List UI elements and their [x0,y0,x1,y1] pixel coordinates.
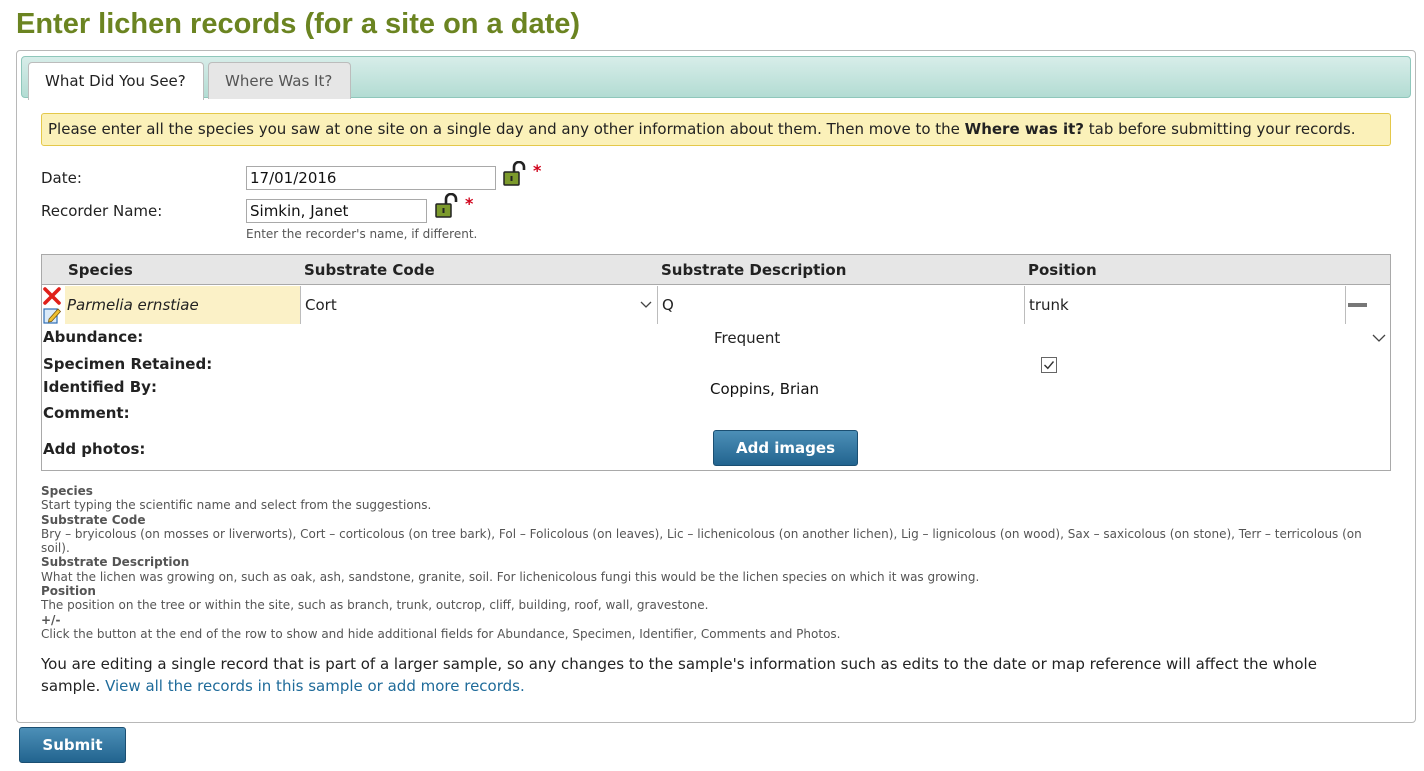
page-title: Enter lichen records (for a site on a da… [16,8,581,40]
substrate-description-input[interactable]: Q [658,286,1025,324]
abundance-value: Frequent [714,329,781,347]
tab-bar: What Did You See? Where Was It? [21,56,1411,100]
date-required-mark: * [533,161,542,180]
info-banner: Please enter all the species you saw at … [41,113,1391,146]
guide-heading: Substrate Description [41,555,190,570]
guide-heading: Position [41,584,96,599]
guide-text: The position on the tree or within the s… [41,598,709,613]
guide-text: What the lichen was growing on, such as … [41,569,980,584]
guide-heading: Substrate Code [41,512,146,527]
substrate-code-value: Cort [305,296,337,314]
identified-by-label: Identified By: [43,378,157,396]
specimen-retained-label: Specimen Retained: [43,355,213,373]
col-head-substrate-code: Substrate Code [304,261,435,279]
species-input[interactable]: Parmelia ernstiae [65,286,301,324]
recorder-help-text: Enter the recorder's name, if different. [246,227,478,241]
abundance-select[interactable]: Frequent [708,325,1390,351]
delete-x-icon[interactable] [42,287,62,305]
recorder-name-input[interactable] [246,199,427,223]
add-photos-label: Add photos: [43,440,146,458]
comment-input[interactable] [708,399,1390,423]
col-head-substrate-description: Substrate Description [661,261,847,279]
recorder-required-mark: * [465,194,474,213]
view-sample-records-link[interactable]: View all the records in this sample or a… [105,677,525,695]
sample-note: You are editing a single record that is … [41,653,1351,697]
date-input[interactable] [246,166,496,190]
tab-what-did-you-see[interactable]: What Did You See? [28,62,204,100]
comment-label: Comment: [43,404,130,422]
substrate-code-select[interactable]: Cort [301,286,658,324]
padlock-unlocked-icon[interactable] [435,192,459,219]
tab-where-was-it[interactable]: Where Was It? [208,62,351,99]
grid-header: Species Substrate Code Substrate Descrip… [42,255,1390,285]
banner-text-end: tab before submitting your records. [1084,120,1356,138]
identified-by-input[interactable] [708,377,1108,401]
edit-pencil-icon[interactable] [43,306,62,324]
chevron-down-icon [640,301,652,308]
recorder-name-label: Recorder Name: [41,202,163,220]
guide-text: Start typing the scientific name and sel… [41,498,432,513]
col-head-position: Position [1028,261,1097,279]
chevron-down-icon [1372,334,1386,342]
specimen-retained-checkbox[interactable] [1041,357,1057,373]
submit-button[interactable]: Submit [19,727,126,763]
abundance-label: Abundance: [43,328,144,346]
banner-bold-text: Where was it? [964,120,1084,138]
banner-text: Please enter all the species you saw at … [48,120,965,138]
position-input[interactable]: trunk [1025,286,1346,324]
guide-text: Bry – bryicolous (on mosses or liverwort… [41,526,1362,556]
minus-icon[interactable] [1346,286,1390,324]
guide-heading: +/- [41,612,61,627]
col-head-species: Species [68,261,133,279]
species-grid: Species Substrate Code Substrate Descrip… [41,254,1391,471]
date-label: Date: [41,169,82,187]
guide-text: Click the button at the end of the row t… [41,626,841,641]
guide-heading: Species [41,484,93,498]
padlock-unlocked-icon[interactable] [503,160,527,187]
add-images-button[interactable]: Add images [713,430,858,466]
field-guidance: Species Start typing the scientific name… [41,484,1391,641]
record-form: What Did You See? Where Was It? Please e… [16,50,1416,723]
